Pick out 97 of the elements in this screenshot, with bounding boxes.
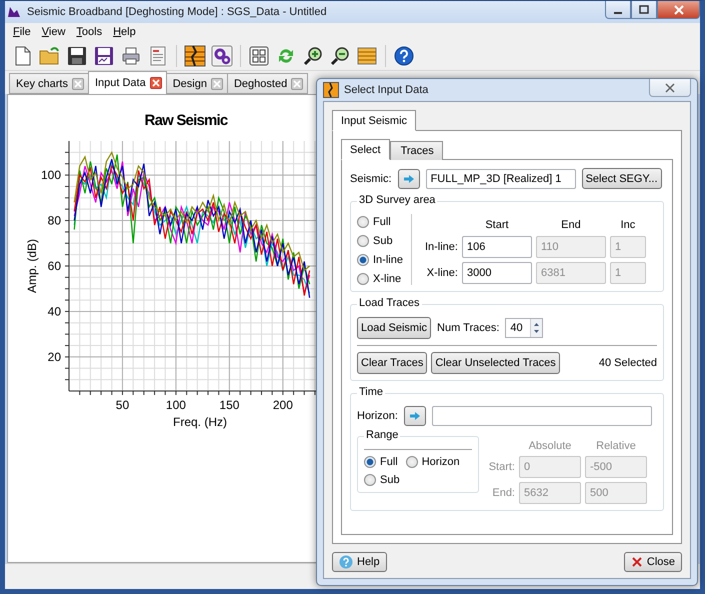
radio-button[interactable]: Horizon: [406, 456, 460, 468]
input-field[interactable]: [432, 406, 652, 426]
clear-unselected-button[interactable]: Clear Unselected Traces: [431, 352, 560, 374]
y-tick-label: 100: [40, 168, 61, 182]
field-label: X-line:: [426, 267, 458, 279]
tab[interactable]: Select: [341, 139, 390, 160]
field-label: In-line:: [424, 241, 458, 253]
help-icon: [339, 555, 353, 569]
dialog-title: Select Input Data: [344, 84, 428, 96]
tab[interactable]: Input Data: [88, 71, 167, 94]
minimize-button[interactable]: [605, 1, 631, 19]
pick-button[interactable]: [404, 406, 426, 426]
open-folder-icon: [39, 46, 61, 64]
menu-item[interactable]: Tools: [72, 26, 110, 38]
column-header: Inc: [620, 219, 636, 231]
radio-button[interactable]: Full: [364, 456, 398, 468]
input-field[interactable]: 3000: [462, 262, 532, 284]
radio-button[interactable]: In-line: [357, 254, 403, 266]
radio-button[interactable]: Sub: [357, 235, 403, 247]
input-field[interactable]: FULL_MP_3D [Realized] 1: [426, 168, 576, 188]
save-as-icon: [94, 46, 114, 66]
tab[interactable]: Design: [166, 73, 228, 94]
close-icon: [674, 4, 684, 14]
column-header: Relative: [595, 440, 637, 452]
chart-title: Raw Seismic: [144, 112, 228, 129]
x-axis-label: Freq. (Hz): [173, 415, 227, 429]
help-icon: [394, 46, 414, 66]
close-tab-icon[interactable]: [210, 78, 223, 90]
menu-item[interactable]: Help: [109, 26, 143, 38]
help-button[interactable]: Help: [332, 552, 387, 572]
gears-button[interactable]: [210, 44, 234, 68]
clear-traces-button[interactable]: Clear Traces: [357, 352, 428, 374]
pick-button[interactable]: [398, 168, 420, 188]
tab[interactable]: Key charts: [9, 73, 89, 94]
arrow-icon: [402, 174, 415, 184]
y-tick-label: 60: [48, 259, 61, 273]
field-label: End:: [491, 487, 515, 499]
y-tick-label: 80: [48, 214, 61, 228]
num-traces-label: Num Traces:: [437, 322, 500, 334]
x-tick-label: 50: [116, 398, 130, 412]
close-icon: [665, 82, 675, 92]
zoom-out-icon: [330, 46, 350, 66]
y-axis-label: Amp. (dB): [25, 239, 39, 293]
group-title: Load Traces: [357, 297, 422, 309]
report-icon: [149, 46, 167, 66]
radio-button[interactable]: Full: [357, 216, 403, 228]
close-icon: [630, 556, 643, 568]
arrow-icon: [408, 411, 421, 421]
select-segy-button[interactable]: Select SEGY...: [582, 168, 662, 189]
window-title: Seismic Broadband [Deghosting Mode] : SGS_Data - Untitled: [27, 6, 327, 18]
help-button[interactable]: [392, 44, 416, 68]
minimize-icon: [614, 12, 622, 14]
new-document-icon: [14, 46, 32, 66]
menu-item[interactable]: View: [38, 26, 72, 38]
seismic-label: Seismic:: [350, 172, 392, 184]
horizon-label: Horizon:: [357, 410, 398, 422]
maximize-button[interactable]: [631, 1, 657, 19]
radio-button[interactable]: Sub: [364, 474, 400, 486]
close-tab-icon[interactable]: [150, 77, 162, 89]
tab[interactable]: Input Seismic: [332, 110, 416, 131]
close-tab-icon[interactable]: [72, 78, 84, 90]
close-button[interactable]: [649, 79, 691, 97]
x-tick-label: 100: [166, 398, 186, 412]
input-field[interactable]: 106: [462, 236, 532, 258]
group-title: Range: [364, 429, 400, 441]
field-label: Start:: [488, 461, 515, 473]
tab[interactable]: Traces: [390, 141, 443, 160]
save-icon: [67, 46, 87, 66]
printer-icon: [121, 46, 141, 66]
column-header: Absolute: [528, 440, 572, 452]
menu-item[interactable]: File: [9, 26, 38, 38]
seismic-section-icon: [323, 82, 339, 98]
y-tick-label: 40: [48, 304, 61, 318]
column-header: Start: [484, 219, 510, 231]
gears-icon: [211, 44, 233, 66]
grid-button[interactable]: [247, 44, 271, 68]
seismic-section-button[interactable]: [183, 44, 207, 68]
x-tick-label: 150: [219, 398, 240, 412]
radio-button[interactable]: X-line: [357, 273, 403, 285]
seismic-section-icon: [184, 44, 206, 66]
close-button[interactable]: [657, 1, 700, 19]
column-header: End: [560, 219, 582, 231]
y-tick-label: 20: [48, 350, 61, 364]
close-tab-icon[interactable]: [291, 78, 304, 90]
tab[interactable]: Deghosted: [226, 73, 308, 94]
load-seismic-button[interactable]: Load Seismic: [357, 317, 432, 339]
selected-count: 40 Selected: [598, 357, 657, 369]
group-title: Time: [357, 386, 386, 398]
zoom-in-icon: [303, 46, 323, 66]
maximize-icon: [639, 4, 649, 14]
group-title: 3D Survey area: [357, 194, 438, 206]
grid-icon: [249, 46, 269, 66]
app-icon: [7, 6, 21, 18]
x-tick-label: 200: [272, 398, 293, 412]
layers-icon: [357, 46, 377, 66]
number-spinner[interactable]: 40: [505, 318, 544, 338]
close-button[interactable]: Close: [624, 552, 682, 572]
